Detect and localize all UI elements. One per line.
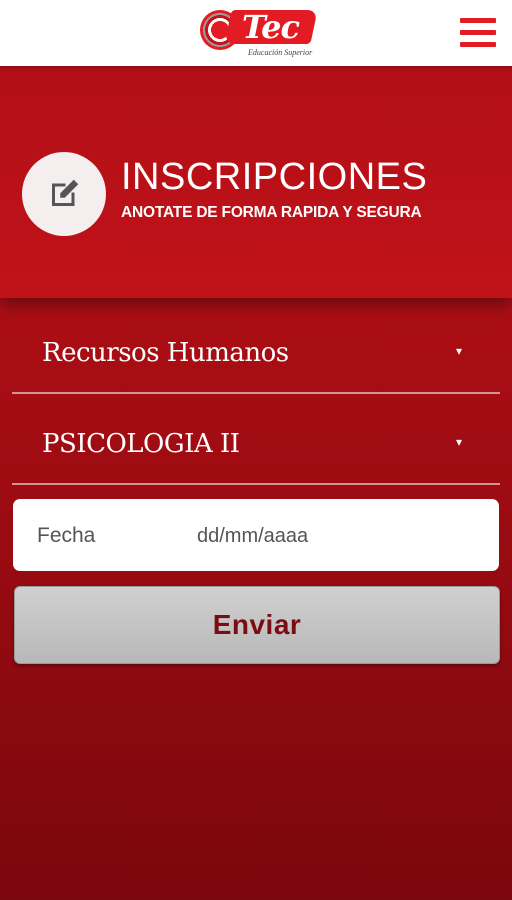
- chevron-down-icon: ▾: [456, 344, 463, 358]
- page-title: INSCRIPCIONES: [121, 156, 428, 198]
- submit-button-label: Enviar: [212, 609, 302, 640]
- page-subtitle: ANOTATE DE FORMA RAPIDA Y SEGURA: [121, 204, 422, 221]
- top-bar: Tec Educación Superior: [0, 0, 512, 66]
- date-input[interactable]: [195, 515, 489, 557]
- hero-banner: INSCRIPCIONES ANOTATE DE FORMA RAPIDA Y …: [0, 66, 512, 298]
- tec-logo[interactable]: Tec Educación Superior: [198, 6, 318, 62]
- edit-icon-circle: [22, 152, 106, 236]
- subject-select[interactable]: PSICOLOGIA II ▾: [12, 393, 500, 485]
- logo-text: Tec: [242, 8, 300, 46]
- date-label: Fecha: [37, 524, 96, 547]
- edit-icon: [52, 179, 79, 206]
- hamburger-menu-icon[interactable]: [460, 18, 496, 48]
- logo-tagline: Educación Superior: [248, 48, 313, 57]
- subject-select-value: PSICOLOGIA II: [42, 429, 240, 459]
- chevron-down-icon: ▾: [456, 435, 463, 449]
- submit-button[interactable]: Enviar: [14, 586, 500, 664]
- date-field: Fecha: [13, 499, 499, 571]
- career-select[interactable]: Recursos Humanos ▾: [12, 302, 500, 394]
- career-select-value: Recursos Humanos: [42, 338, 289, 368]
